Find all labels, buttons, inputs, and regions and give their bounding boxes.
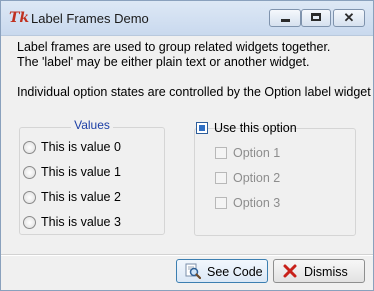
- minimize-button[interactable]: [269, 9, 301, 27]
- message-line-3: Individual option states are controlled …: [17, 85, 371, 99]
- window-title: Label Frames Demo: [31, 11, 149, 26]
- dismiss-button[interactable]: Dismiss: [273, 259, 365, 283]
- values-frame-caption: Values: [19, 118, 165, 132]
- close-icon: ✕: [343, 10, 355, 25]
- radio-button-icon: [23, 166, 36, 179]
- option-label: Option 1: [233, 146, 281, 160]
- radio-button-icon: [23, 191, 36, 204]
- radio-label: This is value 0: [41, 140, 121, 154]
- red-x-icon: [283, 264, 297, 278]
- option-label: Option 3: [233, 196, 281, 210]
- see-code-button[interactable]: See Code: [176, 259, 268, 283]
- dialog-window: Tk Label Frames Demo ✕ Label frames are …: [0, 0, 374, 291]
- message-line-2: The 'label' may be either plain text or …: [17, 55, 310, 69]
- magnifier-icon: [185, 263, 201, 279]
- checkbox-icon: [215, 147, 227, 159]
- radio-button-icon: [23, 141, 36, 154]
- tk-feather-icon: Tk: [9, 10, 30, 26]
- radio-label: This is value 1: [41, 165, 121, 179]
- dismiss-label: Dismiss: [304, 265, 348, 279]
- radio-label: This is value 2: [41, 190, 121, 204]
- radio-label: This is value 3: [41, 215, 121, 229]
- checkbox-checked-icon: [196, 122, 208, 134]
- minimize-icon: [281, 19, 290, 22]
- message-line-1: Label frames are used to group related w…: [17, 40, 331, 54]
- close-button[interactable]: ✕: [333, 9, 365, 27]
- maximize-icon: [311, 13, 321, 21]
- see-code-label: See Code: [207, 265, 263, 279]
- values-caption-label: Values: [71, 118, 113, 132]
- title-bar[interactable]: Tk Label Frames Demo ✕: [1, 1, 373, 36]
- radio-button-icon: [23, 216, 36, 229]
- use-this-option-checkbox[interactable]: Use this option: [196, 120, 297, 138]
- option-label: Option 2: [233, 171, 281, 185]
- use-this-option-label: Use this option: [214, 121, 297, 135]
- checkbox-icon: [215, 172, 227, 184]
- checkbox-icon: [215, 197, 227, 209]
- maximize-button[interactable]: [301, 9, 331, 27]
